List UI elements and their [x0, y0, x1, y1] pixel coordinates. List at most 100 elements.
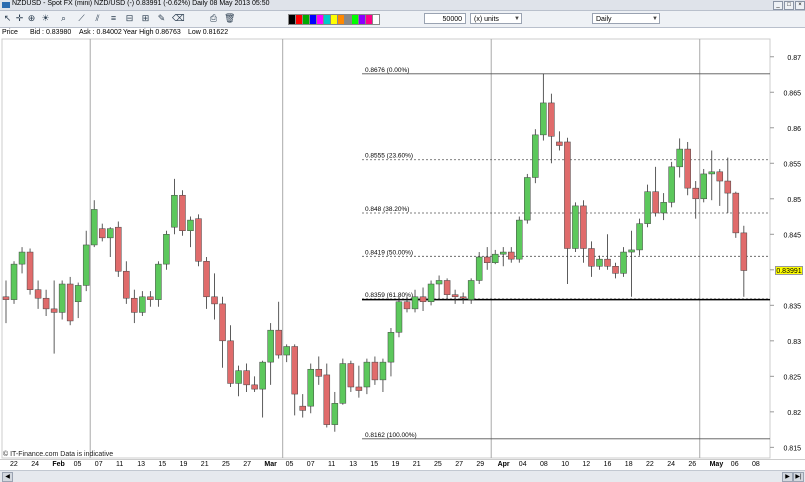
candle-body[interactable] — [652, 191, 659, 214]
candle-body[interactable] — [379, 361, 387, 381]
horizontal-scrollbar[interactable]: ◀ ▶ ▶| — [0, 470, 805, 482]
candle-body[interactable] — [34, 289, 42, 299]
candle-body[interactable] — [508, 251, 515, 260]
candle-body[interactable] — [307, 368, 315, 407]
candle-body[interactable] — [10, 263, 18, 300]
candle-body[interactable] — [115, 226, 122, 272]
candle-body[interactable] — [259, 361, 266, 390]
candle-body[interactable] — [395, 301, 403, 333]
candlestick-chart[interactable]: 0.870.8650.860.8550.850.8450.840.8350.83… — [0, 0, 805, 470]
candle-body[interactable] — [516, 219, 523, 260]
candle-body[interactable] — [355, 386, 363, 391]
candle-body[interactable] — [740, 232, 748, 271]
candle-body[interactable] — [628, 249, 635, 253]
candle-body[interactable] — [42, 297, 50, 310]
candle-body[interactable] — [499, 251, 507, 255]
candle-body[interactable] — [724, 180, 732, 194]
candle-body[interactable] — [411, 296, 419, 310]
candle-body[interactable] — [572, 205, 579, 249]
candle-body[interactable] — [339, 363, 347, 404]
candle-body[interactable] — [90, 209, 98, 246]
candle-body[interactable] — [155, 263, 162, 300]
candle-body[interactable] — [275, 329, 282, 356]
candle-body[interactable] — [435, 280, 443, 285]
candle-body[interactable] — [660, 202, 667, 214]
candle-body[interactable] — [459, 296, 467, 299]
candle-body[interactable] — [163, 234, 170, 265]
candle-body[interactable] — [708, 171, 716, 175]
candle-body[interactable] — [58, 283, 66, 313]
candle-body[interactable] — [596, 258, 603, 267]
y-tick-label: 0.865 — [783, 90, 801, 97]
candle-body[interactable] — [419, 296, 427, 303]
candle-body[interactable] — [195, 218, 202, 262]
x-tick-label: 26 — [688, 461, 697, 468]
candle-body[interactable] — [443, 280, 451, 295]
candle-body[interactable] — [612, 266, 619, 274]
candle-body[interactable] — [139, 296, 146, 313]
candle-body[interactable] — [732, 192, 740, 234]
candle-body[interactable] — [604, 258, 611, 267]
candle-body[interactable] — [403, 301, 411, 310]
candle-body[interactable] — [107, 228, 114, 239]
candle-body[interactable] — [491, 253, 499, 263]
candle-body[interactable] — [540, 102, 547, 136]
candle-body[interactable] — [475, 256, 483, 281]
candle-body[interactable] — [251, 384, 258, 390]
candle-body[interactable] — [580, 205, 587, 249]
x-tick-label: 24 — [667, 461, 675, 468]
x-tick-label: 04 — [518, 461, 527, 468]
candle-body[interactable] — [371, 361, 379, 381]
candle-body[interactable] — [363, 361, 371, 388]
candle-body[interactable] — [451, 294, 459, 298]
candle-body[interactable] — [50, 308, 58, 313]
candle-body[interactable] — [588, 248, 595, 267]
candle-body[interactable] — [556, 141, 563, 146]
candle-body[interactable] — [427, 283, 435, 303]
candle-body[interactable] — [171, 194, 178, 228]
candle-body[interactable] — [524, 177, 531, 221]
candle-body[interactable] — [187, 219, 194, 231]
candle-body[interactable] — [2, 296, 10, 300]
x-tick-label: 19 — [179, 461, 188, 468]
candle-body[interactable] — [227, 340, 234, 384]
candle-body[interactable] — [483, 256, 491, 263]
candle-body[interactable] — [467, 280, 475, 300]
candle-body[interactable] — [123, 270, 130, 299]
candle-body[interactable] — [267, 329, 274, 363]
candle-body[interactable] — [299, 405, 306, 411]
candle-body[interactable] — [147, 296, 154, 300]
candle-body[interactable] — [203, 261, 210, 298]
candle-body[interactable] — [26, 251, 34, 290]
candle-body[interactable] — [564, 141, 571, 249]
candle-body[interactable] — [347, 363, 355, 388]
candle-body[interactable] — [235, 370, 242, 384]
candle-body[interactable] — [532, 134, 539, 178]
candle-body[interactable] — [620, 251, 627, 274]
candle-body[interactable] — [211, 296, 218, 305]
candle-body[interactable] — [323, 374, 331, 425]
candle-body[interactable] — [315, 368, 323, 377]
candle-body[interactable] — [331, 403, 339, 425]
candle-body[interactable] — [387, 332, 395, 363]
candle-body[interactable] — [243, 370, 250, 386]
candle-body[interactable] — [219, 303, 226, 342]
candle-body[interactable] — [66, 283, 74, 322]
candle-body[interactable] — [716, 171, 724, 182]
candle-body[interactable] — [684, 148, 691, 189]
candle-body[interactable] — [179, 194, 186, 231]
candle-body[interactable] — [98, 228, 106, 239]
candle-body[interactable] — [131, 297, 138, 313]
candle-body[interactable] — [644, 191, 651, 224]
candle-body[interactable] — [700, 173, 707, 200]
candle-body[interactable] — [283, 346, 290, 356]
candle-body[interactable] — [676, 148, 683, 168]
candle-body[interactable] — [668, 166, 675, 203]
candle-body[interactable] — [291, 346, 298, 395]
candle-body[interactable] — [82, 244, 90, 286]
candle-body[interactable] — [636, 223, 643, 251]
candle-body[interactable] — [692, 187, 699, 200]
candle-body[interactable] — [74, 285, 82, 303]
candle-body[interactable] — [18, 251, 26, 265]
candle-body[interactable] — [548, 102, 555, 137]
